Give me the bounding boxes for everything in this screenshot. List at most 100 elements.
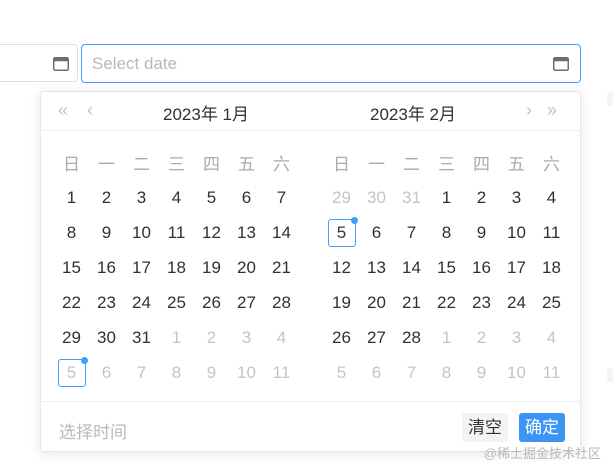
calendar-day-number: 9 [476, 222, 487, 242]
calendar-day[interactable]: 19 [194, 250, 229, 285]
calendar-day[interactable]: 15 [54, 250, 89, 285]
calendar-day-today[interactable]: 5 [54, 355, 89, 390]
calendar-day[interactable]: 9 [89, 215, 124, 250]
calendar-day[interactable]: 7 [394, 215, 429, 250]
calendar-day[interactable]: 4 [534, 180, 569, 215]
calendar-day[interactable]: 11 [159, 215, 194, 250]
calendar-day-number: 5 [336, 362, 347, 382]
calendar-day[interactable]: 12 [194, 215, 229, 250]
calendar-day[interactable]: 5 [194, 180, 229, 215]
calendar-day[interactable]: 4 [264, 320, 299, 355]
calendar-day[interactable]: 15 [429, 250, 464, 285]
calendar-day[interactable]: 31 [124, 320, 159, 355]
calendar-day[interactable]: 23 [464, 285, 499, 320]
calendar-day[interactable]: 18 [159, 250, 194, 285]
next-year-button[interactable]: » [547, 100, 557, 120]
calendar-day[interactable]: 2 [89, 180, 124, 215]
calendar-day[interactable]: 6 [359, 355, 394, 390]
calendar-day[interactable]: 19 [324, 285, 359, 320]
calendar-day[interactable]: 16 [464, 250, 499, 285]
start-date-input[interactable] [0, 44, 78, 82]
end-date-input[interactable] [82, 45, 552, 82]
calendar-day[interactable]: 14 [394, 250, 429, 285]
calendar-day[interactable]: 27 [359, 320, 394, 355]
calendar-day[interactable]: 13 [359, 250, 394, 285]
calendar-day[interactable]: 14 [264, 215, 299, 250]
calendar-day[interactable]: 7 [124, 355, 159, 390]
calendar-day[interactable]: 22 [54, 285, 89, 320]
calendar-day[interactable]: 21 [264, 250, 299, 285]
calendar-day[interactable]: 3 [229, 320, 264, 355]
calendar-day[interactable]: 10 [499, 215, 534, 250]
calendar-day[interactable]: 10 [124, 215, 159, 250]
calendar-day[interactable]: 8 [429, 215, 464, 250]
calendar-day[interactable]: 31 [394, 180, 429, 215]
calendar-day[interactable]: 13 [229, 215, 264, 250]
calendar-day[interactable]: 29 [54, 320, 89, 355]
calendar-day[interactable]: 11 [534, 355, 569, 390]
prev-year-button[interactable]: « [58, 100, 68, 120]
calendar-day[interactable]: 2 [194, 320, 229, 355]
calendar-day[interactable]: 3 [499, 180, 534, 215]
calendar-day[interactable]: 20 [229, 250, 264, 285]
calendar-day[interactable]: 23 [89, 285, 124, 320]
calendar-day-today[interactable]: 5 [324, 215, 359, 250]
calendar-day[interactable]: 4 [534, 320, 569, 355]
calendar-day[interactable]: 6 [359, 215, 394, 250]
calendar-day[interactable]: 2 [464, 180, 499, 215]
calendar-day[interactable]: 30 [359, 180, 394, 215]
confirm-button[interactable]: 确定 [519, 413, 565, 442]
calendar-day[interactable]: 29 [324, 180, 359, 215]
clear-button[interactable]: 清空 [462, 413, 508, 442]
calendar-day[interactable]: 20 [359, 285, 394, 320]
calendar-day[interactable]: 16 [89, 250, 124, 285]
calendar-day[interactable]: 10 [499, 355, 534, 390]
calendar-day[interactable]: 3 [124, 180, 159, 215]
weekday-header: 三 [438, 154, 455, 174]
calendar-day[interactable]: 11 [534, 215, 569, 250]
calendar-day[interactable]: 9 [194, 355, 229, 390]
calendar-day[interactable]: 9 [464, 215, 499, 250]
calendar-day[interactable]: 6 [229, 180, 264, 215]
calendar-day[interactable]: 18 [534, 250, 569, 285]
time-select-placeholder[interactable]: 选择时间 [59, 418, 127, 443]
calendar-day[interactable]: 8 [159, 355, 194, 390]
calendar-day[interactable]: 2 [464, 320, 499, 355]
calendar-day[interactable]: 7 [264, 180, 299, 215]
calendar-day[interactable]: 17 [499, 250, 534, 285]
calendar-day[interactable]: 30 [89, 320, 124, 355]
prev-month-button[interactable]: ‹ [87, 100, 93, 120]
calendar-day-number: 2 [476, 327, 487, 347]
calendar-day[interactable]: 17 [124, 250, 159, 285]
end-date-input-wrapper[interactable] [81, 44, 581, 83]
calendar-day[interactable]: 1 [429, 320, 464, 355]
calendar-day[interactable]: 22 [429, 285, 464, 320]
calendar-day[interactable]: 1 [429, 180, 464, 215]
calendar-day[interactable]: 8 [429, 355, 464, 390]
calendar-day[interactable]: 4 [159, 180, 194, 215]
calendar-day[interactable]: 21 [394, 285, 429, 320]
calendar-day[interactable]: 26 [194, 285, 229, 320]
next-month-button[interactable]: › [526, 100, 532, 120]
calendar-day[interactable]: 10 [229, 355, 264, 390]
calendar-day[interactable]: 12 [324, 250, 359, 285]
calendar-day[interactable]: 6 [89, 355, 124, 390]
calendar-day[interactable]: 28 [394, 320, 429, 355]
calendar-day[interactable]: 3 [499, 320, 534, 355]
calendar-day[interactable]: 27 [229, 285, 264, 320]
calendar-day-number: 17 [132, 257, 151, 277]
calendar-day[interactable]: 9 [464, 355, 499, 390]
calendar-day[interactable]: 7 [394, 355, 429, 390]
calendar-day[interactable]: 1 [159, 320, 194, 355]
calendar-day[interactable]: 24 [499, 285, 534, 320]
calendar-day[interactable]: 1 [54, 180, 89, 215]
calendar-day[interactable]: 24 [124, 285, 159, 320]
calendar-day[interactable]: 28 [264, 285, 299, 320]
calendar-day[interactable]: 25 [534, 285, 569, 320]
calendar-day[interactable]: 26 [324, 320, 359, 355]
calendar-day[interactable]: 5 [324, 355, 359, 390]
calendar-day[interactable]: 11 [264, 355, 299, 390]
calendar-day[interactable]: 25 [159, 285, 194, 320]
calendar-icon[interactable] [553, 56, 569, 71]
calendar-day[interactable]: 8 [54, 215, 89, 250]
